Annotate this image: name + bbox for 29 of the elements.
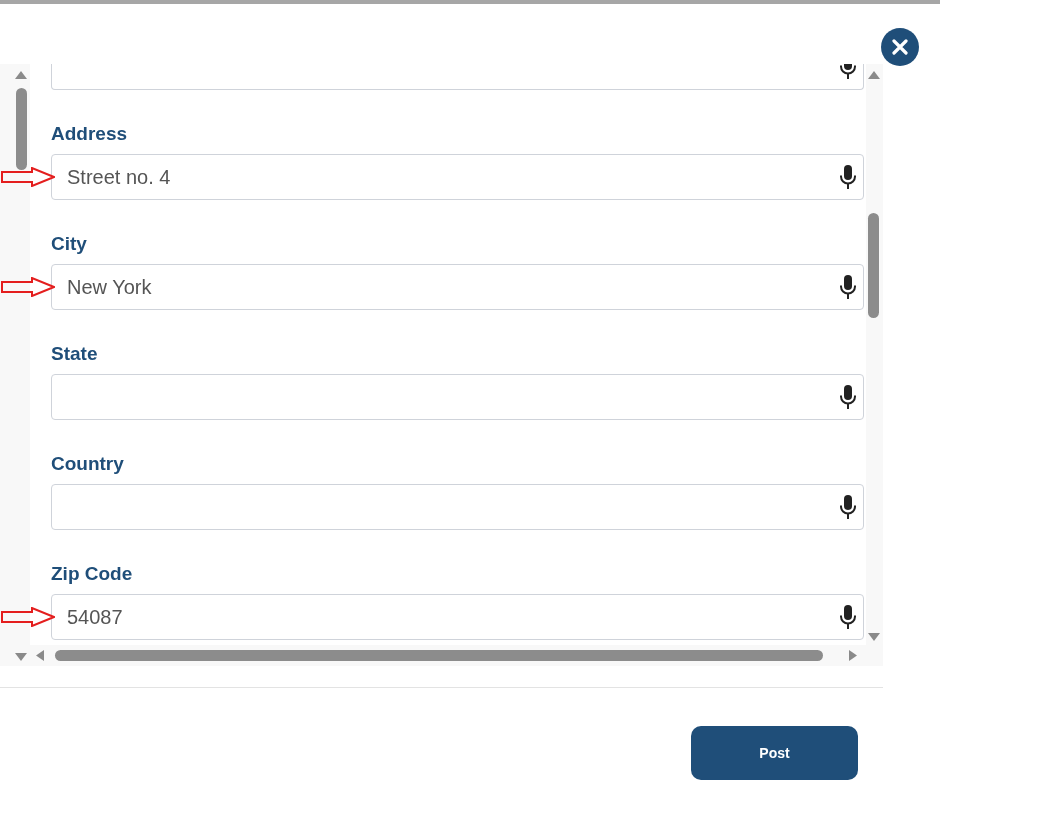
close-button[interactable]	[881, 28, 919, 66]
microphone-icon[interactable]	[839, 495, 857, 519]
scroll-up-arrow-icon[interactable]	[15, 71, 27, 79]
scroll-up-arrow-icon[interactable]	[867, 71, 880, 79]
post-button[interactable]: Post	[691, 726, 858, 780]
field-label: City	[51, 232, 87, 256]
text-field[interactable]: 54087	[51, 594, 864, 640]
field-label: Country	[51, 452, 124, 476]
scroll-left-arrow-icon[interactable]	[36, 650, 44, 661]
scrollbar-thumb[interactable]	[868, 213, 879, 318]
microphone-icon[interactable]	[839, 64, 857, 79]
scrollbar-thumb[interactable]	[15, 88, 27, 170]
text-field[interactable]	[51, 484, 864, 530]
text-field[interactable]: New York	[51, 264, 864, 310]
scroll-down-arrow-icon[interactable]	[15, 653, 27, 661]
text-field[interactable]: Street no. 4	[51, 154, 864, 200]
field-label: Zip Code	[51, 562, 133, 586]
scroll-right-arrow-icon[interactable]	[849, 650, 857, 661]
text-field[interactable]	[51, 374, 864, 420]
scroll-down-arrow-icon[interactable]	[867, 633, 880, 641]
microphone-icon[interactable]	[839, 275, 857, 299]
field-label: Address	[51, 122, 128, 146]
close-icon	[892, 39, 908, 55]
scrollbar-thumb[interactable]	[55, 650, 823, 661]
text-field[interactable]	[51, 64, 864, 90]
field-label: State	[51, 342, 98, 366]
microphone-icon[interactable]	[839, 385, 857, 409]
microphone-icon[interactable]	[839, 605, 857, 629]
microphone-icon[interactable]	[839, 165, 857, 189]
